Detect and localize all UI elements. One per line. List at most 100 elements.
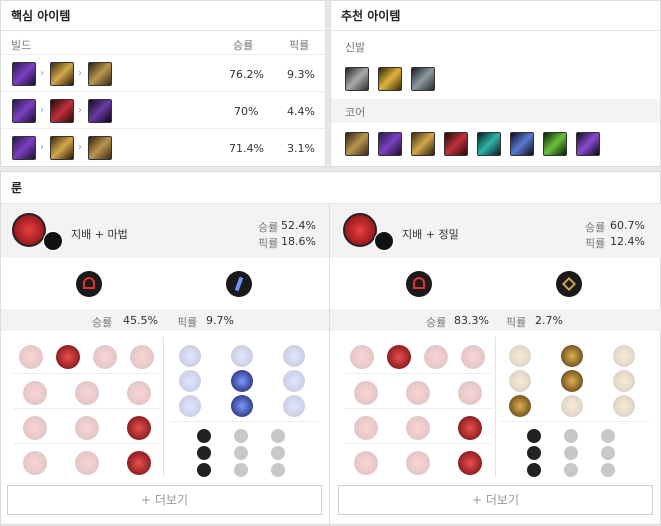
rune-icon[interactable] bbox=[527, 446, 541, 460]
rune-icon[interactable] bbox=[561, 395, 583, 417]
rune-icon[interactable] bbox=[56, 345, 80, 369]
rune-icon[interactable] bbox=[93, 345, 117, 369]
silver-boots-icon[interactable] bbox=[345, 67, 369, 91]
rune-icon[interactable] bbox=[231, 345, 253, 367]
rune-icon[interactable] bbox=[127, 416, 151, 440]
rune-icon[interactable] bbox=[527, 463, 541, 477]
rune-icon[interactable] bbox=[354, 416, 378, 440]
rune-set-header[interactable]: 지배 + 정밀 승률 60.7% 픽률 12.4% bbox=[330, 204, 661, 258]
rune-icon[interactable] bbox=[458, 381, 482, 405]
sorcery-tree-icon[interactable] bbox=[226, 271, 252, 297]
rune-icon[interactable] bbox=[234, 446, 248, 460]
more-button[interactable]: + 더보기 bbox=[7, 485, 322, 515]
gold-blade-icon[interactable] bbox=[50, 62, 74, 86]
rune-icon[interactable] bbox=[283, 395, 305, 417]
stat-winrate-label: 승률 bbox=[426, 316, 447, 329]
rune-winrate-label: 승률 bbox=[258, 221, 279, 234]
rune-icon[interactable] bbox=[561, 345, 583, 367]
precision-tree-icon[interactable] bbox=[556, 271, 582, 297]
gold-bow-icon[interactable] bbox=[88, 136, 112, 160]
rune-icon[interactable] bbox=[509, 370, 531, 392]
red-sword-icon[interactable] bbox=[444, 132, 468, 156]
rune-icon[interactable] bbox=[231, 395, 253, 417]
teal-blade-icon[interactable] bbox=[477, 132, 501, 156]
rune-icon[interactable] bbox=[564, 463, 578, 477]
gold-blade-icon[interactable] bbox=[411, 132, 435, 156]
rune-icon[interactable] bbox=[130, 345, 154, 369]
gold-blade-icon[interactable] bbox=[50, 136, 74, 160]
rune-icon[interactable] bbox=[406, 416, 430, 440]
rune-icon[interactable] bbox=[350, 345, 374, 369]
rune-icon[interactable] bbox=[234, 429, 248, 443]
runes-panel: 룬 지배 + 마법 승률 52.4% 픽률 18.6% 승률 45.5% 픽률 … bbox=[0, 171, 661, 526]
rune-icon[interactable] bbox=[23, 381, 47, 405]
row-winrate: 70% bbox=[234, 105, 259, 118]
rune-icon[interactable] bbox=[613, 395, 635, 417]
rune-icon[interactable] bbox=[23, 416, 47, 440]
rune-icon[interactable] bbox=[509, 345, 531, 367]
rune-icon[interactable] bbox=[271, 429, 285, 443]
rune-icon[interactable] bbox=[75, 451, 99, 475]
rune-icon[interactable] bbox=[197, 463, 211, 477]
rune-icon[interactable] bbox=[179, 345, 201, 367]
blue-sword-icon[interactable] bbox=[510, 132, 534, 156]
purple-staff-icon[interactable] bbox=[12, 62, 36, 86]
dark-blade-icon[interactable] bbox=[88, 99, 112, 123]
rune-icon[interactable] bbox=[127, 381, 151, 405]
green-blade-icon[interactable] bbox=[543, 132, 567, 156]
rune-icon[interactable] bbox=[19, 345, 43, 369]
rune-icon[interactable] bbox=[231, 370, 253, 392]
purple-staff-icon[interactable] bbox=[12, 136, 36, 160]
rune-icon[interactable] bbox=[234, 463, 248, 477]
rune-icon[interactable] bbox=[271, 446, 285, 460]
rune-icon[interactable] bbox=[387, 345, 411, 369]
recommended-items-panel: 추천 아이템 신발 코어 bbox=[330, 0, 661, 167]
domination-tree-icon[interactable] bbox=[406, 271, 432, 297]
rune-icon[interactable] bbox=[283, 345, 305, 367]
rune-icon[interactable] bbox=[509, 395, 531, 417]
core-items-title: 핵심 아이템 bbox=[1, 1, 325, 31]
gold-bow-icon[interactable] bbox=[345, 132, 369, 156]
rune-icon[interactable] bbox=[197, 446, 211, 460]
red-sword-icon[interactable] bbox=[50, 99, 74, 123]
rune-icon[interactable] bbox=[461, 345, 485, 369]
more-button[interactable]: + 더보기 bbox=[338, 485, 653, 515]
table-row[interactable]: › › 70% 4.4% bbox=[1, 93, 325, 129]
rune-icon[interactable] bbox=[127, 451, 151, 475]
purple-staff-icon[interactable] bbox=[12, 99, 36, 123]
rune-icon[interactable] bbox=[601, 463, 615, 477]
gold-bow-icon[interactable] bbox=[88, 62, 112, 86]
rune-icon[interactable] bbox=[527, 429, 541, 443]
rune-icon[interactable] bbox=[179, 395, 201, 417]
rune-icon[interactable] bbox=[561, 370, 583, 392]
rune-icon[interactable] bbox=[601, 429, 615, 443]
rune-icon[interactable] bbox=[601, 446, 615, 460]
domination-tree-icon[interactable] bbox=[76, 271, 102, 297]
rune-icon[interactable] bbox=[283, 370, 305, 392]
table-row[interactable]: › › 71.4% 3.1% bbox=[1, 130, 325, 166]
rune-icon[interactable] bbox=[406, 381, 430, 405]
winrate-header: 승률 bbox=[233, 39, 254, 52]
rune-icon[interactable] bbox=[458, 451, 482, 475]
rune-icon[interactable] bbox=[354, 381, 378, 405]
gold-boots-icon[interactable] bbox=[378, 67, 402, 91]
rune-icon[interactable] bbox=[406, 451, 430, 475]
rune-icon[interactable] bbox=[271, 463, 285, 477]
rune-icon[interactable] bbox=[75, 416, 99, 440]
rune-icon[interactable] bbox=[564, 446, 578, 460]
rune-icon[interactable] bbox=[458, 416, 482, 440]
rune-icon[interactable] bbox=[23, 451, 47, 475]
rune-icon[interactable] bbox=[354, 451, 378, 475]
rune-icon[interactable] bbox=[75, 381, 99, 405]
rune-icon[interactable] bbox=[424, 345, 448, 369]
rune-icon[interactable] bbox=[564, 429, 578, 443]
rune-icon[interactable] bbox=[179, 370, 201, 392]
rune-icon[interactable] bbox=[613, 345, 635, 367]
rune-icon[interactable] bbox=[613, 370, 635, 392]
rune-icon[interactable] bbox=[197, 429, 211, 443]
rune-set-header[interactable]: 지배 + 마법 승률 52.4% 픽률 18.6% bbox=[1, 204, 329, 258]
table-row[interactable]: › › 76.2% 9.3% bbox=[1, 56, 325, 92]
steel-boots-icon[interactable] bbox=[411, 67, 435, 91]
purple-shadow-icon[interactable] bbox=[576, 132, 600, 156]
purple-staff-icon[interactable] bbox=[378, 132, 402, 156]
